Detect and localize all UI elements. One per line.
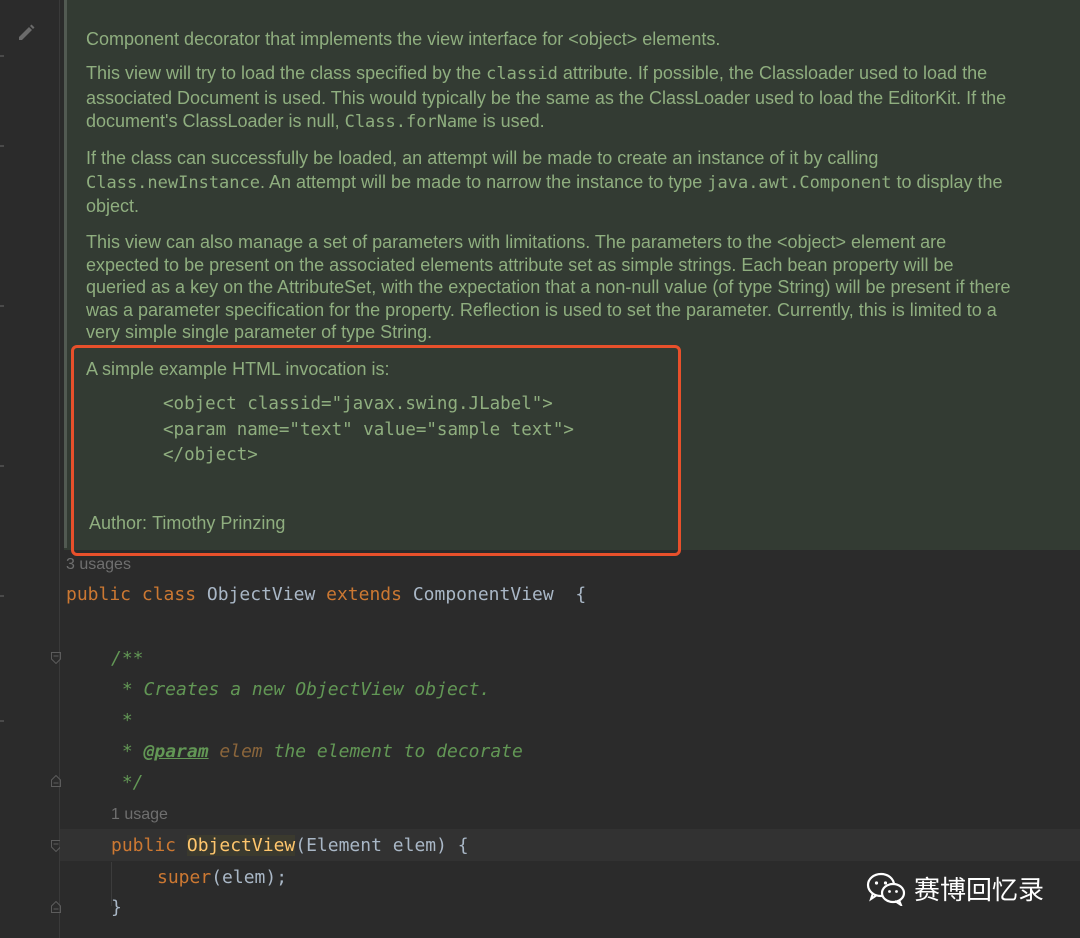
javadoc-line: * Creates a new ObjectView object. [111,679,491,700]
doc-side-bar [64,0,67,548]
highlight-box [71,345,681,556]
javadoc-open: /** [111,648,144,669]
gutter-tick [0,305,4,307]
fold-icon[interactable] [51,652,61,664]
constructor-declaration: public ObjectView(Element elem) { [111,835,469,856]
super-call: super(elem); [157,867,288,888]
editor-gutter [0,0,60,938]
doc-paragraph-classloader: This view will try to load the class spe… [86,63,1007,132]
closing-brace: } [111,897,122,918]
javadoc-close: */ [111,772,144,793]
gutter-tick [0,595,4,597]
gutter-tick [0,720,4,722]
usages-hint[interactable]: 3 usages [66,556,131,574]
gutter-divider [59,0,60,938]
class-declaration: public class ObjectView extends Componen… [66,584,587,605]
javadoc-param-line: * @param elem the element to decorate [111,741,523,762]
javadoc-line: * [111,710,133,731]
watermark: 赛博回忆录 [866,870,1044,907]
gutter-tick [0,145,4,147]
wechat-icon [866,872,906,906]
pencil-icon[interactable] [14,20,38,44]
doc-paragraph-parameters: This view can also manage a set of param… [86,232,1011,343]
doc-paragraph-summary: Component decorator that implements the … [86,29,721,49]
watermark-text: 赛博回忆录 [914,876,1045,906]
fold-icon[interactable] [51,775,61,787]
fold-icon[interactable] [51,901,61,913]
doc-paragraph-instance: If the class can successfully be loaded,… [86,148,1003,216]
usages-hint[interactable]: 1 usage [111,806,168,824]
gutter-tick [0,55,4,57]
gutter-tick [0,465,4,467]
